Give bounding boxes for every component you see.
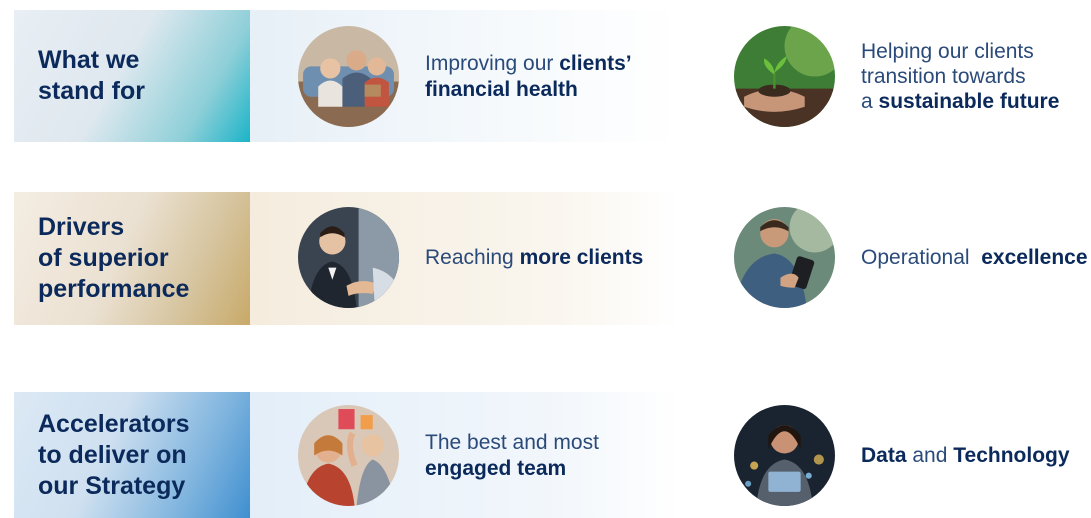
- caption-emphasis: Data: [861, 443, 907, 467]
- handshake-meeting-photo: [298, 207, 399, 308]
- pillar-engaged-team: The best and most engaged team: [298, 405, 599, 506]
- woman-with-data-lights-photo: [734, 405, 835, 506]
- man-using-smartphone-image: [734, 207, 835, 308]
- row-label-panel: Accelerators to deliver on our Strategy: [14, 392, 250, 518]
- caption-emphasis: more clients: [519, 245, 644, 269]
- pillar-reaching-more-clients: Reaching more clients: [298, 207, 643, 308]
- caption-emphasis: engaged team: [425, 456, 567, 480]
- seedling-in-hands-image: [734, 26, 835, 127]
- caption-text: Reaching: [425, 245, 520, 269]
- caption-emphasis: Technology: [953, 443, 1070, 467]
- caption-emphasis: financial health: [425, 77, 578, 101]
- family-on-couch-photo: [298, 26, 399, 127]
- pillar-operational-excellence: Operational excellence: [734, 207, 1088, 308]
- row-what-we-stand-for: What we stand for Improving our clients’…: [14, 10, 1091, 142]
- woman-with-data-lights-image: [734, 405, 835, 506]
- row-drivers-of-superior-performance: Drivers of superior performance Reaching…: [14, 192, 1091, 325]
- pillar-data-and-technology: Data and Technology: [734, 405, 1070, 506]
- team-celebrating-image: [298, 405, 399, 506]
- caption-text: The best and most: [425, 430, 599, 454]
- pillar-caption: Helping our clients transition towards a…: [861, 39, 1059, 114]
- family-on-couch-image: [298, 26, 399, 127]
- pillar-sustainable-future: Helping our clients transition towards a…: [734, 26, 1059, 127]
- pillar-caption: Data and Technology: [861, 443, 1070, 469]
- pillar-caption: Improving our clients’ financial health: [425, 51, 632, 103]
- caption-emphasis: excellence: [981, 245, 1088, 269]
- man-using-smartphone-photo: [734, 207, 835, 308]
- pillar-caption: Operational excellence: [861, 245, 1088, 271]
- team-celebrating-photo: [298, 405, 399, 506]
- row-label: What we stand for: [38, 46, 145, 105]
- caption-text: and: [906, 443, 954, 467]
- caption-text: Operational: [861, 245, 982, 269]
- row-label-panel: What we stand for: [14, 10, 250, 142]
- pillar-caption: Reaching more clients: [425, 245, 643, 271]
- caption-emphasis: clients’: [559, 51, 632, 75]
- row-accelerators: Accelerators to deliver on our Strategy …: [14, 392, 1091, 518]
- row-label: Drivers of superior performance: [38, 213, 190, 303]
- row-label: Accelerators to deliver on our Strategy: [38, 409, 190, 500]
- seedling-in-hands-photo: [734, 26, 835, 127]
- caption-text: Improving our: [425, 51, 560, 75]
- caption-emphasis: sustainable future: [878, 90, 1060, 113]
- handshake-meeting-image: [298, 207, 399, 308]
- pillar-clients-financial-health: Improving our clients’ financial health: [298, 26, 632, 127]
- pillar-caption: The best and most engaged team: [425, 430, 599, 482]
- row-label-panel: Drivers of superior performance: [14, 192, 250, 325]
